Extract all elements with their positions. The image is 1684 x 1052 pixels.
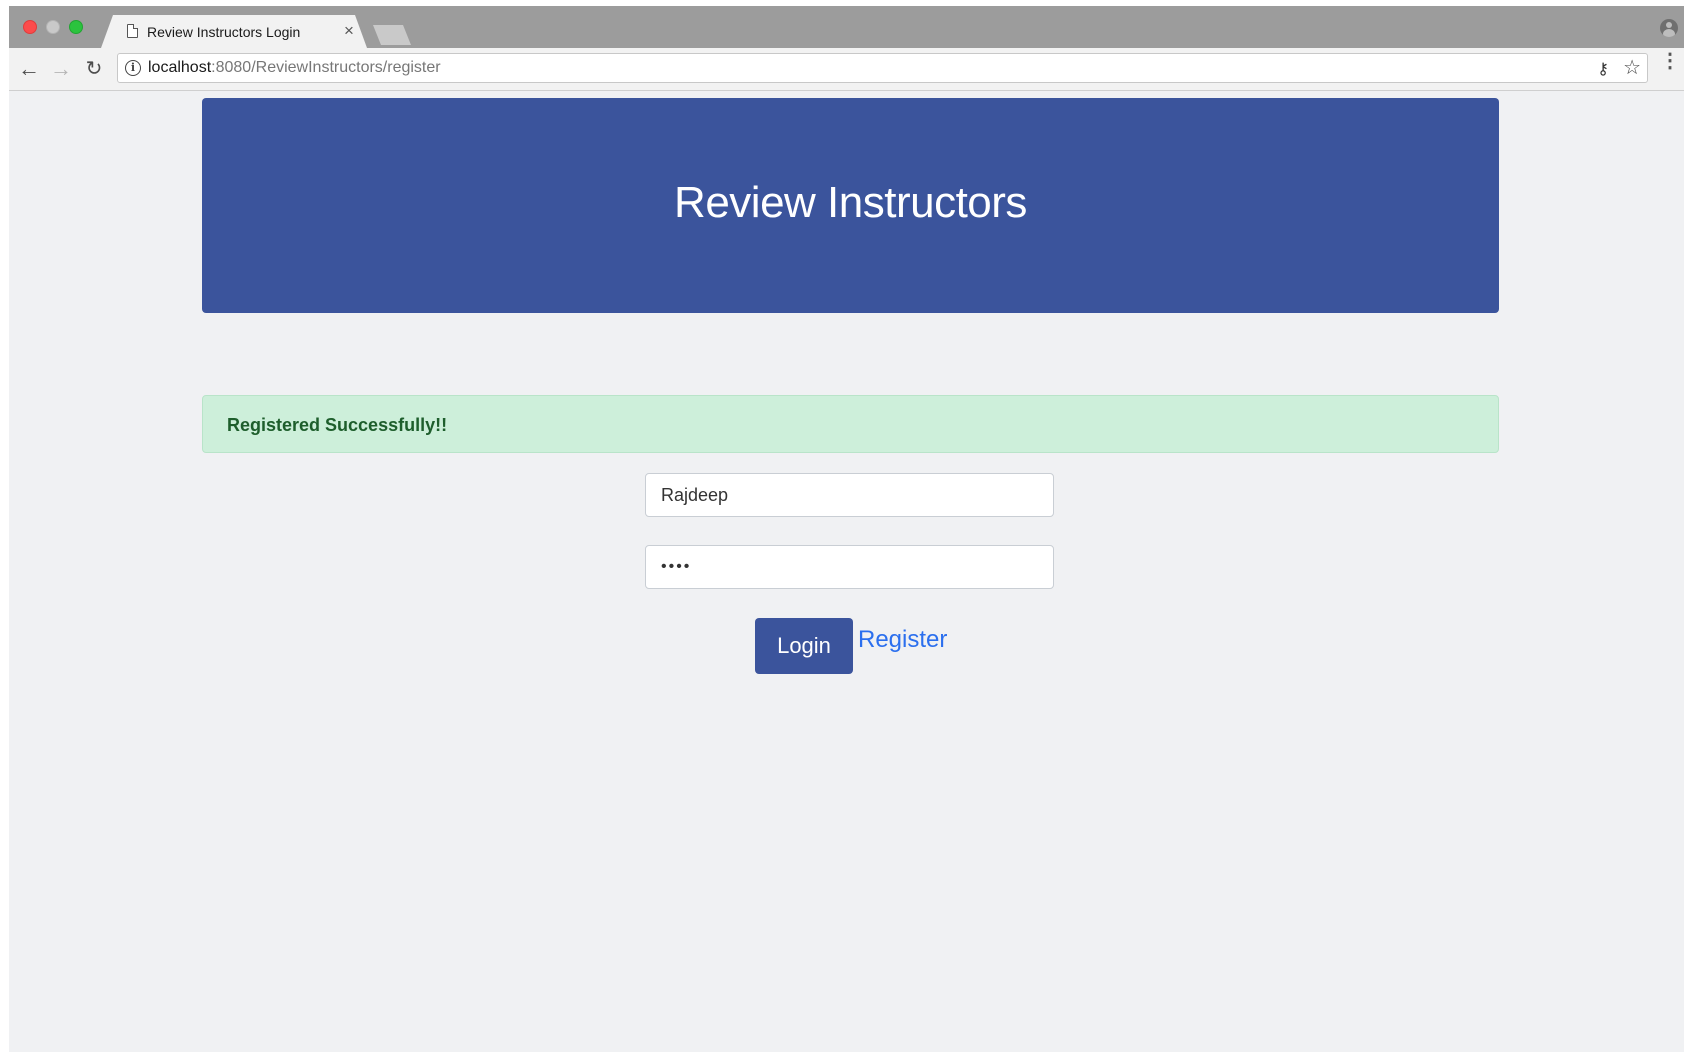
browser-toolbar: ← → ↻ i localhost:8080/ReviewInstructors… [9,48,1684,91]
key-icon[interactable]: ⚷ [1597,59,1609,79]
forward-arrow-icon[interactable]: → [49,57,73,81]
browser-menu-icon[interactable]: ⋮ [1660,51,1680,81]
back-arrow-icon[interactable]: ← [17,57,41,81]
url-host: localhost [148,59,212,76]
reload-icon[interactable]: ↻ [82,57,106,81]
profile-icon[interactable] [1660,19,1678,37]
address-bar[interactable]: i localhost:8080/ReviewInstructors/regis… [117,53,1648,83]
bookmark-star-icon[interactable]: ☆ [1623,55,1641,80]
page-title: Review Instructors [674,178,1027,227]
browser-window: Review Instructors Login × ← → ↻ i local… [9,6,1684,1052]
document-icon [127,24,138,38]
header-banner: Review Instructors [202,98,1499,313]
tab-strip: Review Instructors Login × [9,6,1684,48]
tab-review-instructors-login[interactable]: Review Instructors Login × [101,15,367,48]
success-alert: Registered Successfully!! [202,395,1499,453]
window-close-button[interactable] [23,20,37,34]
tab-title: Review Instructors Login [147,24,301,40]
new-tab-button[interactable] [373,25,411,45]
url-text[interactable]: localhost:8080/ReviewInstructors/registe… [148,59,441,77]
window-maximize-button[interactable] [69,20,83,34]
window-minimize-button[interactable] [46,20,60,34]
password-input[interactable]: •••• [645,545,1054,589]
info-icon[interactable]: i [125,60,141,76]
url-path: :8080/ReviewInstructors/register [211,59,441,76]
login-button[interactable]: Login [755,618,853,674]
register-link[interactable]: Register [858,626,947,654]
username-input[interactable]: Rajdeep [645,473,1054,517]
page-content: Review Instructors Registered Successful… [9,92,1684,1052]
close-tab-icon[interactable]: × [344,21,354,41]
